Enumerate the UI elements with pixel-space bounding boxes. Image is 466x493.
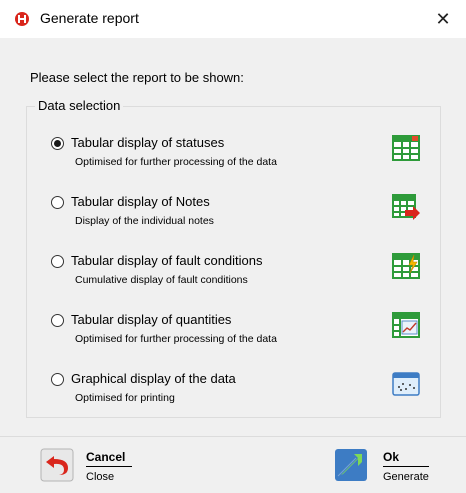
option-description: Cumulative display of fault conditions	[75, 274, 248, 286]
data-selection-group: Data selection Tabular display of status…	[26, 98, 441, 418]
logo-icon	[15, 12, 29, 26]
dialog-body: Please select the report to be shown: Da…	[0, 38, 466, 493]
radio-graphical[interactable]	[51, 373, 64, 386]
undo-arrow-icon[interactable]	[40, 448, 74, 482]
option-description: Optimised for further processing of the …	[75, 156, 277, 168]
option-description: Optimised for further processing of the …	[75, 333, 277, 345]
cancel-button-subtitle: Close	[86, 471, 115, 483]
footer-divider	[0, 436, 466, 437]
ok-button-subtitle: Generate	[383, 471, 429, 483]
prompt-text: Please select the report to be shown:	[30, 70, 244, 85]
title-bar: Generate report ✕	[0, 0, 466, 38]
option-statuses[interactable]: Tabular display of statuses Optimised fo…	[51, 135, 421, 179]
option-notes[interactable]: Tabular display of Notes Display of the …	[51, 194, 421, 238]
option-fault-conditions[interactable]: Tabular display of fault conditions Cumu…	[51, 253, 421, 297]
radio-notes[interactable]	[51, 196, 64, 209]
option-description: Display of the individual notes	[75, 215, 214, 227]
window-title: Generate report	[40, 10, 139, 26]
cancel-button-title[interactable]: Cancel	[86, 450, 132, 467]
option-label: Tabular display of statuses	[71, 135, 225, 150]
option-description: Optimised for printing	[75, 392, 175, 404]
radio-fault-conditions[interactable]	[51, 255, 64, 268]
option-label: Tabular display of fault conditions	[71, 253, 263, 268]
ok-button-title[interactable]: Ok	[383, 450, 429, 467]
group-legend: Data selection	[35, 98, 124, 113]
option-label: Tabular display of quantities	[71, 312, 232, 327]
radio-statuses[interactable]	[51, 137, 64, 150]
graph-window-icon	[392, 372, 420, 396]
option-quantities[interactable]: Tabular display of quantities Optimised …	[51, 312, 421, 356]
option-label: Graphical display of the data	[71, 371, 236, 386]
check-arrow-icon[interactable]	[334, 448, 368, 482]
table-status-icon	[392, 135, 420, 161]
table-chart-icon	[392, 312, 420, 338]
table-notes-icon	[392, 194, 420, 220]
close-button[interactable]: ✕	[420, 0, 466, 38]
option-graphical[interactable]: Graphical display of the data Optimised …	[51, 371, 421, 415]
option-label: Tabular display of Notes	[71, 194, 210, 209]
radio-quantities[interactable]	[51, 314, 64, 327]
table-fault-icon	[392, 253, 420, 279]
